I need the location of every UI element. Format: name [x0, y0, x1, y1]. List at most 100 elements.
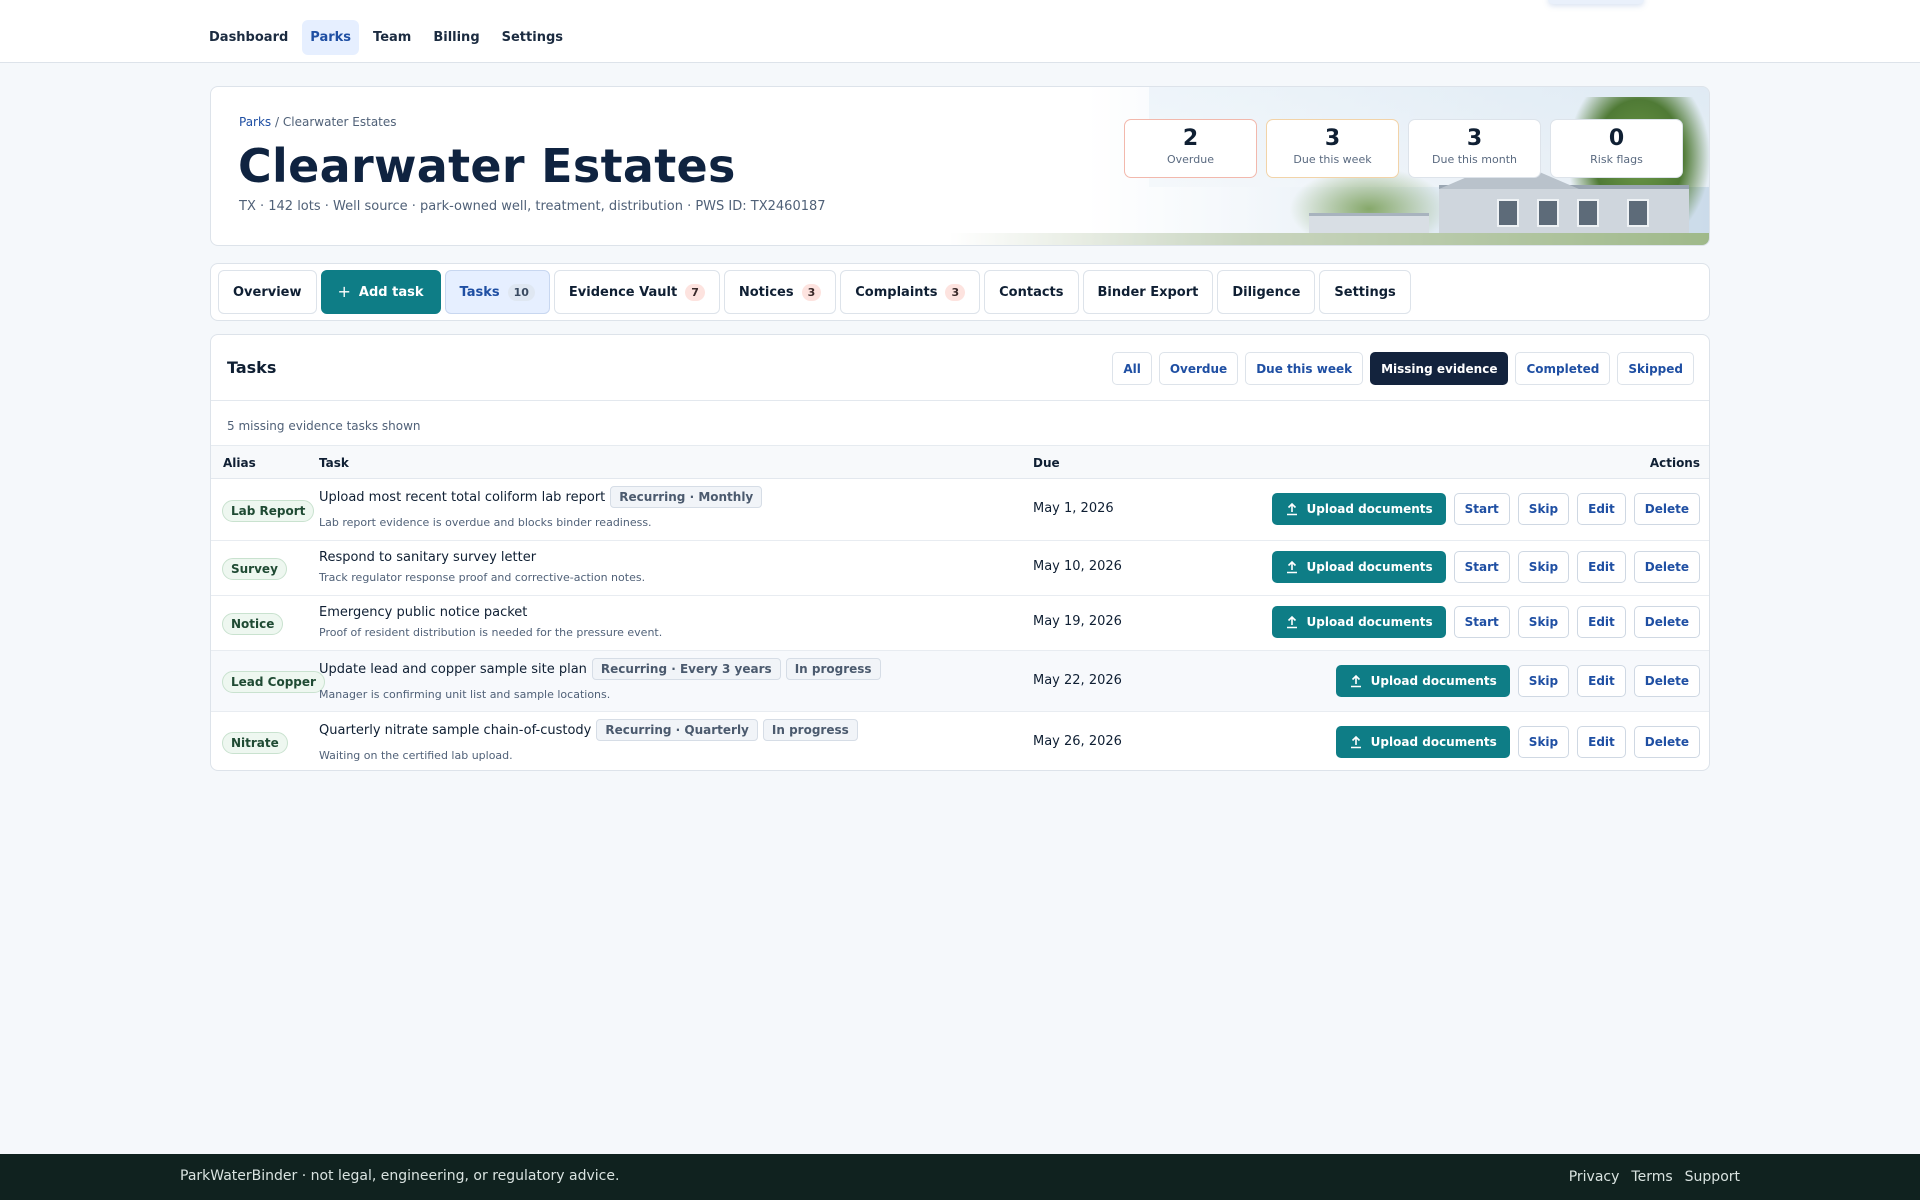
- edit-button[interactable]: Edit: [1577, 606, 1626, 638]
- account-menu-edge[interactable]: [1548, 0, 1644, 4]
- task-title[interactable]: Update lead and copper sample site plan: [319, 662, 587, 677]
- stat-cards: 2 Overdue 3 Due this week 3 Due this mon…: [1124, 119, 1683, 178]
- task-title-line: Emergency public notice packet: [319, 605, 527, 620]
- filter-overdue[interactable]: Overdue: [1158, 352, 1239, 385]
- edit-button[interactable]: Edit: [1577, 493, 1626, 525]
- upload-documents-button[interactable]: Upload documents: [1271, 551, 1446, 583]
- alias-badge: Nitrate: [222, 732, 288, 754]
- tab-tasks[interactable]: Tasks 10: [444, 270, 550, 314]
- filter-completed[interactable]: Completed: [1515, 352, 1611, 385]
- tab-label: Diligence: [1232, 284, 1301, 300]
- task-description: Waiting on the certified lab upload.: [319, 749, 513, 762]
- task-title[interactable]: Emergency public notice packet: [319, 605, 527, 620]
- results-count: 5 missing evidence tasks shown: [227, 419, 421, 433]
- upload-label: Upload documents: [1370, 735, 1497, 749]
- upload-documents-button[interactable]: Upload documents: [1335, 726, 1510, 758]
- filter-all[interactable]: All: [1112, 352, 1152, 385]
- stat-value: 0: [1608, 126, 1625, 151]
- tab-contacts[interactable]: Contacts: [984, 270, 1079, 314]
- divider: [211, 400, 1709, 401]
- nav-links: Dashboard Parks Team Billing Settings: [201, 20, 571, 55]
- row-actions: Upload documents Skip Edit Delete: [1335, 726, 1700, 758]
- column-due: Due: [1033, 456, 1060, 470]
- recurrence-tag: Recurring · Monthly: [610, 486, 763, 508]
- task-title[interactable]: Upload most recent total coliform lab re…: [319, 490, 605, 505]
- filter-missing-evidence[interactable]: Missing evidence: [1370, 352, 1509, 385]
- footer-link-privacy[interactable]: Privacy: [1569, 1169, 1620, 1185]
- filter-skipped[interactable]: Skipped: [1617, 352, 1694, 385]
- stat-due-this-week[interactable]: 3 Due this week: [1266, 119, 1399, 178]
- recurrence-tag: Recurring · Quarterly: [596, 719, 758, 741]
- task-title[interactable]: Quarterly nitrate sample chain-of-custod…: [319, 723, 591, 738]
- skip-button[interactable]: Skip: [1517, 726, 1570, 758]
- footer-disclaimer: ParkWaterBinder · not legal, engineering…: [180, 1168, 620, 1184]
- column-alias: Alias: [223, 456, 256, 470]
- table-row: Nitrate Quarterly nitrate sample chain-o…: [211, 712, 1709, 770]
- tab-complaints[interactable]: Complaints 3: [840, 270, 981, 314]
- tab-evidence-vault[interactable]: Evidence Vault 7: [553, 270, 720, 314]
- edit-button[interactable]: Edit: [1577, 551, 1626, 583]
- tab-overview[interactable]: Overview: [218, 270, 317, 314]
- task-title-line: Upload most recent total coliform lab re…: [319, 486, 763, 508]
- upload-icon: [1286, 502, 1297, 516]
- skip-button[interactable]: Skip: [1517, 606, 1570, 638]
- task-title-line: Quarterly nitrate sample chain-of-custod…: [319, 719, 858, 741]
- add-task-button[interactable]: + Add task: [320, 270, 441, 314]
- stat-value: 3: [1324, 126, 1341, 151]
- start-button[interactable]: Start: [1453, 493, 1510, 525]
- upload-documents-button[interactable]: Upload documents: [1335, 665, 1510, 697]
- stat-label: Due this month: [1432, 153, 1517, 166]
- delete-button[interactable]: Delete: [1633, 606, 1700, 638]
- breadcrumb-parks-link[interactable]: Parks: [239, 115, 271, 129]
- tab-settings[interactable]: Settings: [1319, 270, 1411, 314]
- delete-button[interactable]: Delete: [1633, 665, 1700, 697]
- task-title[interactable]: Respond to sanitary survey letter: [319, 550, 536, 565]
- due-date: May 19, 2026: [1033, 614, 1122, 629]
- count-badge: 7: [685, 283, 705, 301]
- tab-label: Tasks: [459, 284, 500, 300]
- nav-settings[interactable]: Settings: [494, 20, 571, 55]
- tab-notices[interactable]: Notices 3: [723, 270, 837, 314]
- count-badge: 3: [945, 283, 966, 301]
- tab-label: Complaints: [855, 284, 938, 300]
- nav-dashboard[interactable]: Dashboard: [201, 20, 296, 55]
- due-date: May 1, 2026: [1033, 501, 1114, 516]
- alias-badge: Notice: [222, 613, 284, 635]
- stat-due-this-month[interactable]: 3 Due this month: [1408, 119, 1541, 178]
- recurrence-tag: Recurring · Every 3 years: [591, 658, 781, 680]
- upload-documents-button[interactable]: Upload documents: [1271, 606, 1446, 638]
- tasks-panel: Tasks All Overdue Due this week Missing …: [210, 334, 1710, 771]
- tab-label: Evidence Vault: [568, 284, 678, 300]
- delete-button[interactable]: Delete: [1633, 726, 1700, 758]
- skip-button[interactable]: Skip: [1517, 551, 1570, 583]
- upload-documents-button[interactable]: Upload documents: [1271, 493, 1446, 525]
- edit-button[interactable]: Edit: [1577, 726, 1626, 758]
- filter-due-this-week[interactable]: Due this week: [1245, 352, 1364, 385]
- count-badge: 3: [801, 283, 822, 301]
- stat-risk-flags[interactable]: 0 Risk flags: [1550, 119, 1683, 178]
- park-meta: TX · 142 lots · Well source · park-owned…: [239, 199, 826, 214]
- alias-badge: Lab Report: [222, 500, 315, 522]
- upload-label: Upload documents: [1306, 502, 1433, 516]
- tab-diligence[interactable]: Diligence: [1217, 270, 1316, 314]
- edit-button[interactable]: Edit: [1577, 665, 1626, 697]
- table-header: Alias Task Due Actions: [211, 445, 1709, 479]
- breadcrumb-separator: /: [275, 115, 280, 129]
- skip-button[interactable]: Skip: [1517, 493, 1570, 525]
- footer-link-support[interactable]: Support: [1685, 1169, 1740, 1185]
- table-row: Lead Copper Update lead and copper sampl…: [211, 651, 1709, 712]
- skip-button[interactable]: Skip: [1517, 665, 1570, 697]
- delete-button[interactable]: Delete: [1633, 493, 1700, 525]
- nav-parks[interactable]: Parks: [302, 20, 360, 55]
- upload-label: Upload documents: [1370, 674, 1497, 688]
- tab-label: Notices: [738, 284, 794, 300]
- delete-button[interactable]: Delete: [1633, 551, 1700, 583]
- nav-billing[interactable]: Billing: [425, 20, 487, 55]
- nav-team[interactable]: Team: [365, 20, 419, 55]
- stat-overdue[interactable]: 2 Overdue: [1124, 119, 1257, 178]
- tab-binder-export[interactable]: Binder Export: [1082, 270, 1214, 314]
- start-button[interactable]: Start: [1453, 606, 1510, 638]
- footer-link-terms[interactable]: Terms: [1631, 1169, 1672, 1185]
- upload-icon: [1286, 615, 1297, 629]
- start-button[interactable]: Start: [1453, 551, 1510, 583]
